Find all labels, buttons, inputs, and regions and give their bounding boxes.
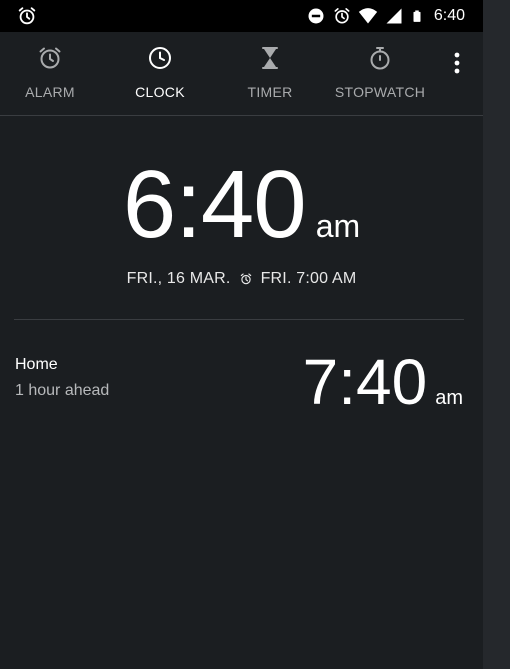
alarm-clock-icon — [18, 7, 36, 25]
city-time: 7:40 am — [303, 345, 463, 419]
alarm-clock-icon — [240, 273, 251, 285]
hourglass-icon — [262, 47, 278, 69]
tab-timer[interactable]: TIMER — [220, 32, 320, 115]
clock-icon — [149, 47, 171, 69]
status-time: 6:40 — [433, 7, 465, 24]
main-clock-time: 6:40 — [122, 151, 307, 258]
next-alarm[interactable]: FRI. 7:00 AM — [261, 270, 357, 288]
alarm-clock-icon — [39, 47, 61, 69]
tab-label: TIMER — [247, 84, 293, 100]
city-time-digits: 7:40 — [302, 346, 428, 418]
battery-icon — [413, 10, 421, 22]
tab-clock[interactable]: CLOCK — [110, 32, 210, 115]
date-and-next-alarm: FRI., 16 MAR. FRI. 7:00 AM — [0, 270, 483, 288]
alarm-clock-icon — [334, 8, 350, 24]
side-panel-edge — [483, 0, 510, 669]
wifi-icon — [358, 8, 378, 24]
main-clock-ampm: am — [315, 208, 361, 244]
tab-alarm[interactable]: ALARM — [0, 32, 100, 115]
tab-label: ALARM — [25, 84, 75, 100]
city-time-ampm: am — [435, 387, 463, 409]
cell-signal-icon — [386, 8, 402, 24]
status-bar: 6:40 — [0, 0, 483, 32]
more-vertical-icon[interactable] — [446, 50, 468, 76]
stopwatch-icon — [370, 47, 390, 70]
current-date: FRI., 16 MAR. — [126, 270, 231, 287]
divider — [14, 319, 464, 320]
tab-bar: ALARM CLOCK TIMER STOPWATCH — [0, 32, 483, 116]
tab-stopwatch[interactable]: STOPWATCH — [330, 32, 430, 115]
clock-app-screen: 6:40 ALARM CLOCK TIMER STOPWATCH 6:40 am… — [0, 0, 483, 669]
do-not-disturb-icon — [308, 8, 324, 24]
main-clock: 6:40 am — [0, 150, 483, 260]
tab-label: STOPWATCH — [334, 84, 426, 100]
tab-label: CLOCK — [135, 84, 185, 100]
city-name: Home — [15, 356, 58, 373]
city-offset: 1 hour ahead — [15, 382, 110, 399]
